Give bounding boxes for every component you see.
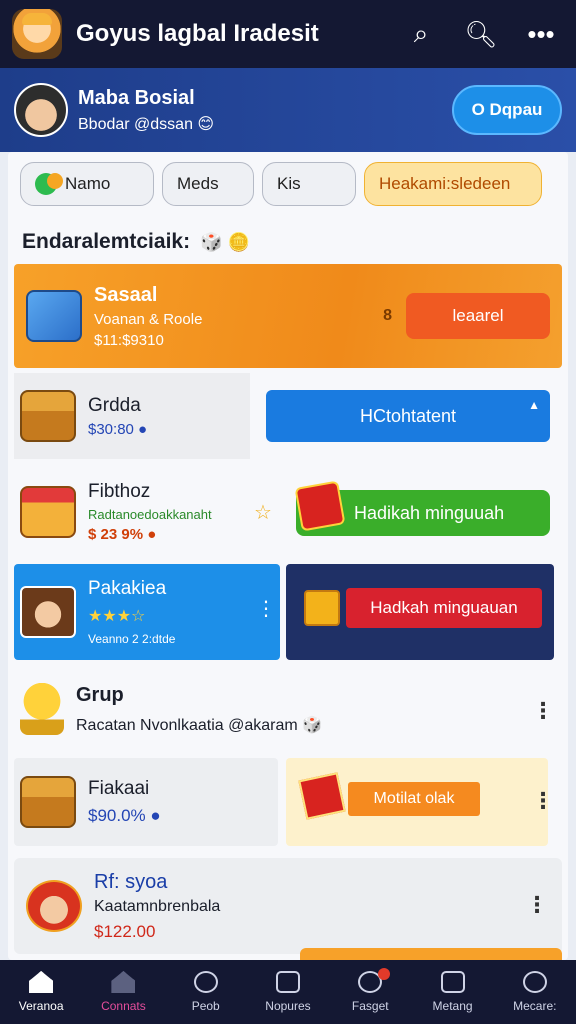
list-item[interactable]: Grup Racatan Nvonlkaatia @akaram 🎲 ⋮ [8, 664, 568, 754]
avatar[interactable] [14, 83, 68, 137]
filter-chips: Namo Meds Kis Heakami:sledeen [8, 152, 568, 216]
notification-badge [378, 968, 391, 980]
card-icon [298, 772, 346, 820]
cube-icon [304, 590, 340, 626]
nav-fasget[interactable]: Fasget [329, 960, 411, 1024]
learn-button[interactable]: leaarel [406, 293, 550, 339]
orange-action-button[interactable]: Motilat olak [348, 782, 480, 816]
nav-peob[interactable]: Peob [165, 960, 247, 1024]
app-logo[interactable] [12, 9, 62, 59]
red-action-button[interactable]: Hadkah minguauan [346, 588, 542, 628]
home-icon [29, 971, 54, 993]
chip-heakami[interactable]: Heakami:sledeen [364, 162, 542, 206]
chest-icon [20, 390, 76, 442]
item-subtitle: Radtanoedoakkanaht [88, 507, 212, 522]
list-item[interactable]: Pakakiea ★★★☆ Veanno 2 2:dtde ⋮ Hadkah m… [8, 560, 568, 664]
section-title: Endaralemtciaik: 🎲 🪙 [22, 230, 250, 253]
more-icon[interactable]: ⋮ [532, 698, 554, 724]
chip-kis[interactable]: Kis [262, 162, 356, 206]
avatar [20, 586, 76, 638]
trophy-icon [20, 683, 64, 735]
content-panel: Namo Meds Kis Heakami:sledeen Endaralemt… [8, 152, 568, 960]
item-title: Fibthoz [88, 481, 151, 502]
search-icon[interactable]: 🔍︎ [458, 11, 504, 57]
item-title: Sasaal [94, 283, 158, 306]
star-icon: ☆ [254, 502, 272, 524]
item-title: Grdda [88, 394, 141, 416]
rating-stars: ★★★☆ [88, 608, 146, 625]
app-title: Goyus lagbal Iradesit [76, 20, 319, 47]
box-icon [275, 971, 300, 993]
item-price: $11:$​9310 [94, 331, 164, 349]
profile-handle: Bbodar @dssan 😊 [78, 115, 215, 133]
item-price: $90.0% ● [88, 806, 161, 825]
content-button[interactable]: HCtohtatent ▲ [266, 390, 550, 442]
more-icon[interactable]: ⋮ [532, 788, 554, 814]
folder-icon [26, 290, 82, 342]
nav-metang[interactable]: Metang [411, 960, 493, 1024]
chevron-up-icon: ▲ [528, 398, 540, 412]
more-icon[interactable]: ⋮ [526, 892, 548, 918]
nav-home[interactable]: Veranoa [0, 960, 82, 1024]
home-icon [111, 971, 136, 993]
card-icon [294, 480, 346, 532]
chest-icon [20, 776, 76, 828]
more-icon[interactable]: ⋮ [256, 596, 276, 621]
profile-action-button[interactable]: O Dqpau [452, 85, 562, 135]
item-price: $30:8​0 ● [88, 420, 148, 438]
item-subtitle: Veanno 2 2:dtde [88, 632, 176, 646]
item-title: Fiakaai [88, 778, 150, 799]
chip-meds[interactable]: Meds [162, 162, 254, 206]
item-price: $122.00 [94, 921, 156, 941]
dice-icon: 🎲 🪙 [200, 231, 250, 252]
item-subtitle: Racatan Nvonlkaatia @akaram 🎲 [76, 716, 323, 734]
bottom-nav: Veranoa Connats Peob Nopures Fasget Meta… [0, 960, 576, 1024]
avatar [26, 880, 82, 932]
profile-name: Maba Bosial [78, 86, 195, 109]
coin-icon [35, 173, 63, 195]
search-icon[interactable]: ⌕ [398, 11, 444, 57]
list-item[interactable]: Fibthoz Radtanoedoakkanaht $ 23 9% ● ☆ H… [8, 464, 568, 560]
top-app-bar: Goyus lagbal Iradesit ⌕ 🔍︎ ••• [0, 0, 576, 68]
user-icon [522, 971, 547, 993]
list-item[interactable]: Rf: syoa Kaatamnbrenbala $122.00 ⋮ [14, 858, 562, 954]
more-icon[interactable]: ••• [518, 11, 564, 57]
chip-namo[interactable]: Namo [20, 162, 154, 206]
item-title: Pakakiea [88, 578, 167, 599]
list-item[interactable]: Grdda $30:8​0 ● HCtohtatent ▲ [8, 368, 568, 464]
next-card-peek [300, 948, 562, 960]
nav-connats[interactable]: Connats [82, 960, 164, 1024]
controller-icon [440, 971, 465, 993]
nav-nopures[interactable]: Nopures [247, 960, 329, 1024]
profile-header: Maba Bosial Bbodar @dssan 😊 O Dqpau [0, 68, 576, 152]
nav-mecare[interactable]: Mecare: [494, 960, 576, 1024]
list-item[interactable]: Fiakaai $90.0% ● Motilat olak ⋮ [8, 754, 568, 850]
item-subtitle: Kaatamnbrenbala [94, 897, 221, 915]
item-price: $ 23 9% ● [88, 526, 157, 543]
item-subtitle: Voanan & Roole [94, 310, 203, 328]
item-title: Rf: syoa [94, 870, 168, 893]
list-item[interactable]: Sasaal Voanan & Roole $11:$​9310 8 leaar… [14, 264, 562, 368]
smile-icon [193, 971, 218, 993]
item-title: Grup [76, 683, 124, 706]
coin-icon: 8 [383, 307, 392, 324]
gift-icon [20, 486, 76, 538]
